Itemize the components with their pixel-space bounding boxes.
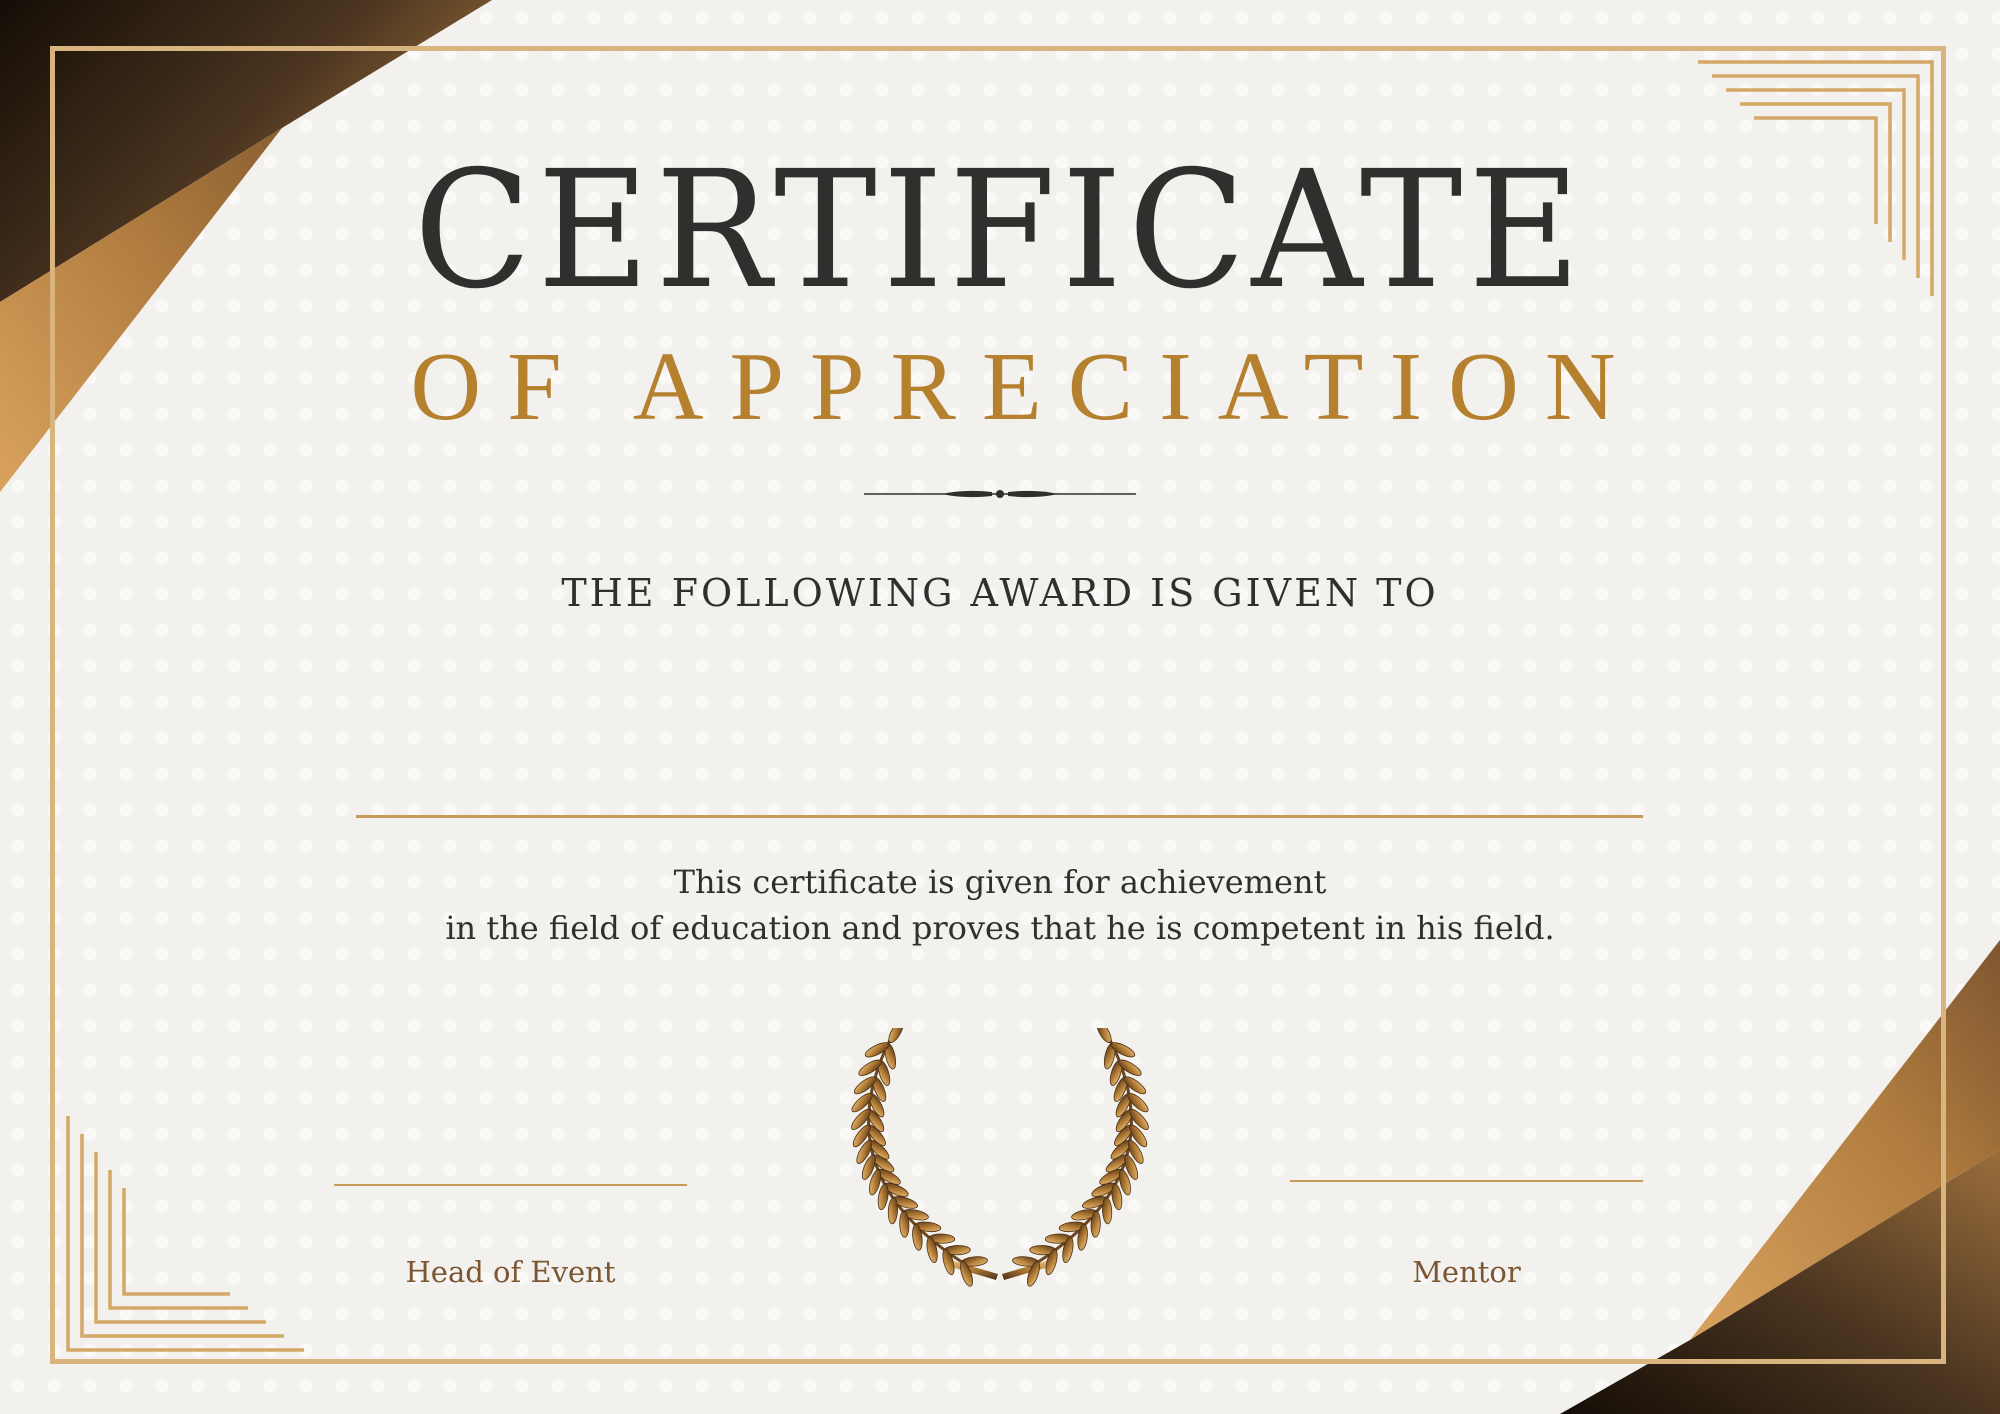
signature-label-head-of-event: Head of Event: [405, 1255, 616, 1289]
description-line-2: in the field of education and proves tha…: [445, 909, 1555, 947]
signature-label-mentor: Mentor: [1412, 1255, 1521, 1289]
signature-line-left: [334, 1184, 687, 1186]
bottom-left-corner-lines: [66, 1116, 304, 1352]
signature-line-right: [1290, 1180, 1643, 1182]
divider-ornament-icon: [864, 490, 1136, 498]
description-line-1: This certificate is given for achievemen…: [673, 863, 1327, 901]
laurel-wreath-icon: [851, 1028, 1149, 1287]
certificate-title: CERTIFICATE: [413, 137, 1587, 325]
certificate-page: CERTIFICATE OF APPRECIATION THE FOLLOWIN…: [0, 0, 2000, 1414]
certificate-subtitle: OF APPRECIATION: [410, 333, 1642, 441]
recipient-name-line: [356, 815, 1643, 818]
award-given-to-text: THE FOLLOWING AWARD IS GIVEN TO: [561, 571, 1439, 615]
